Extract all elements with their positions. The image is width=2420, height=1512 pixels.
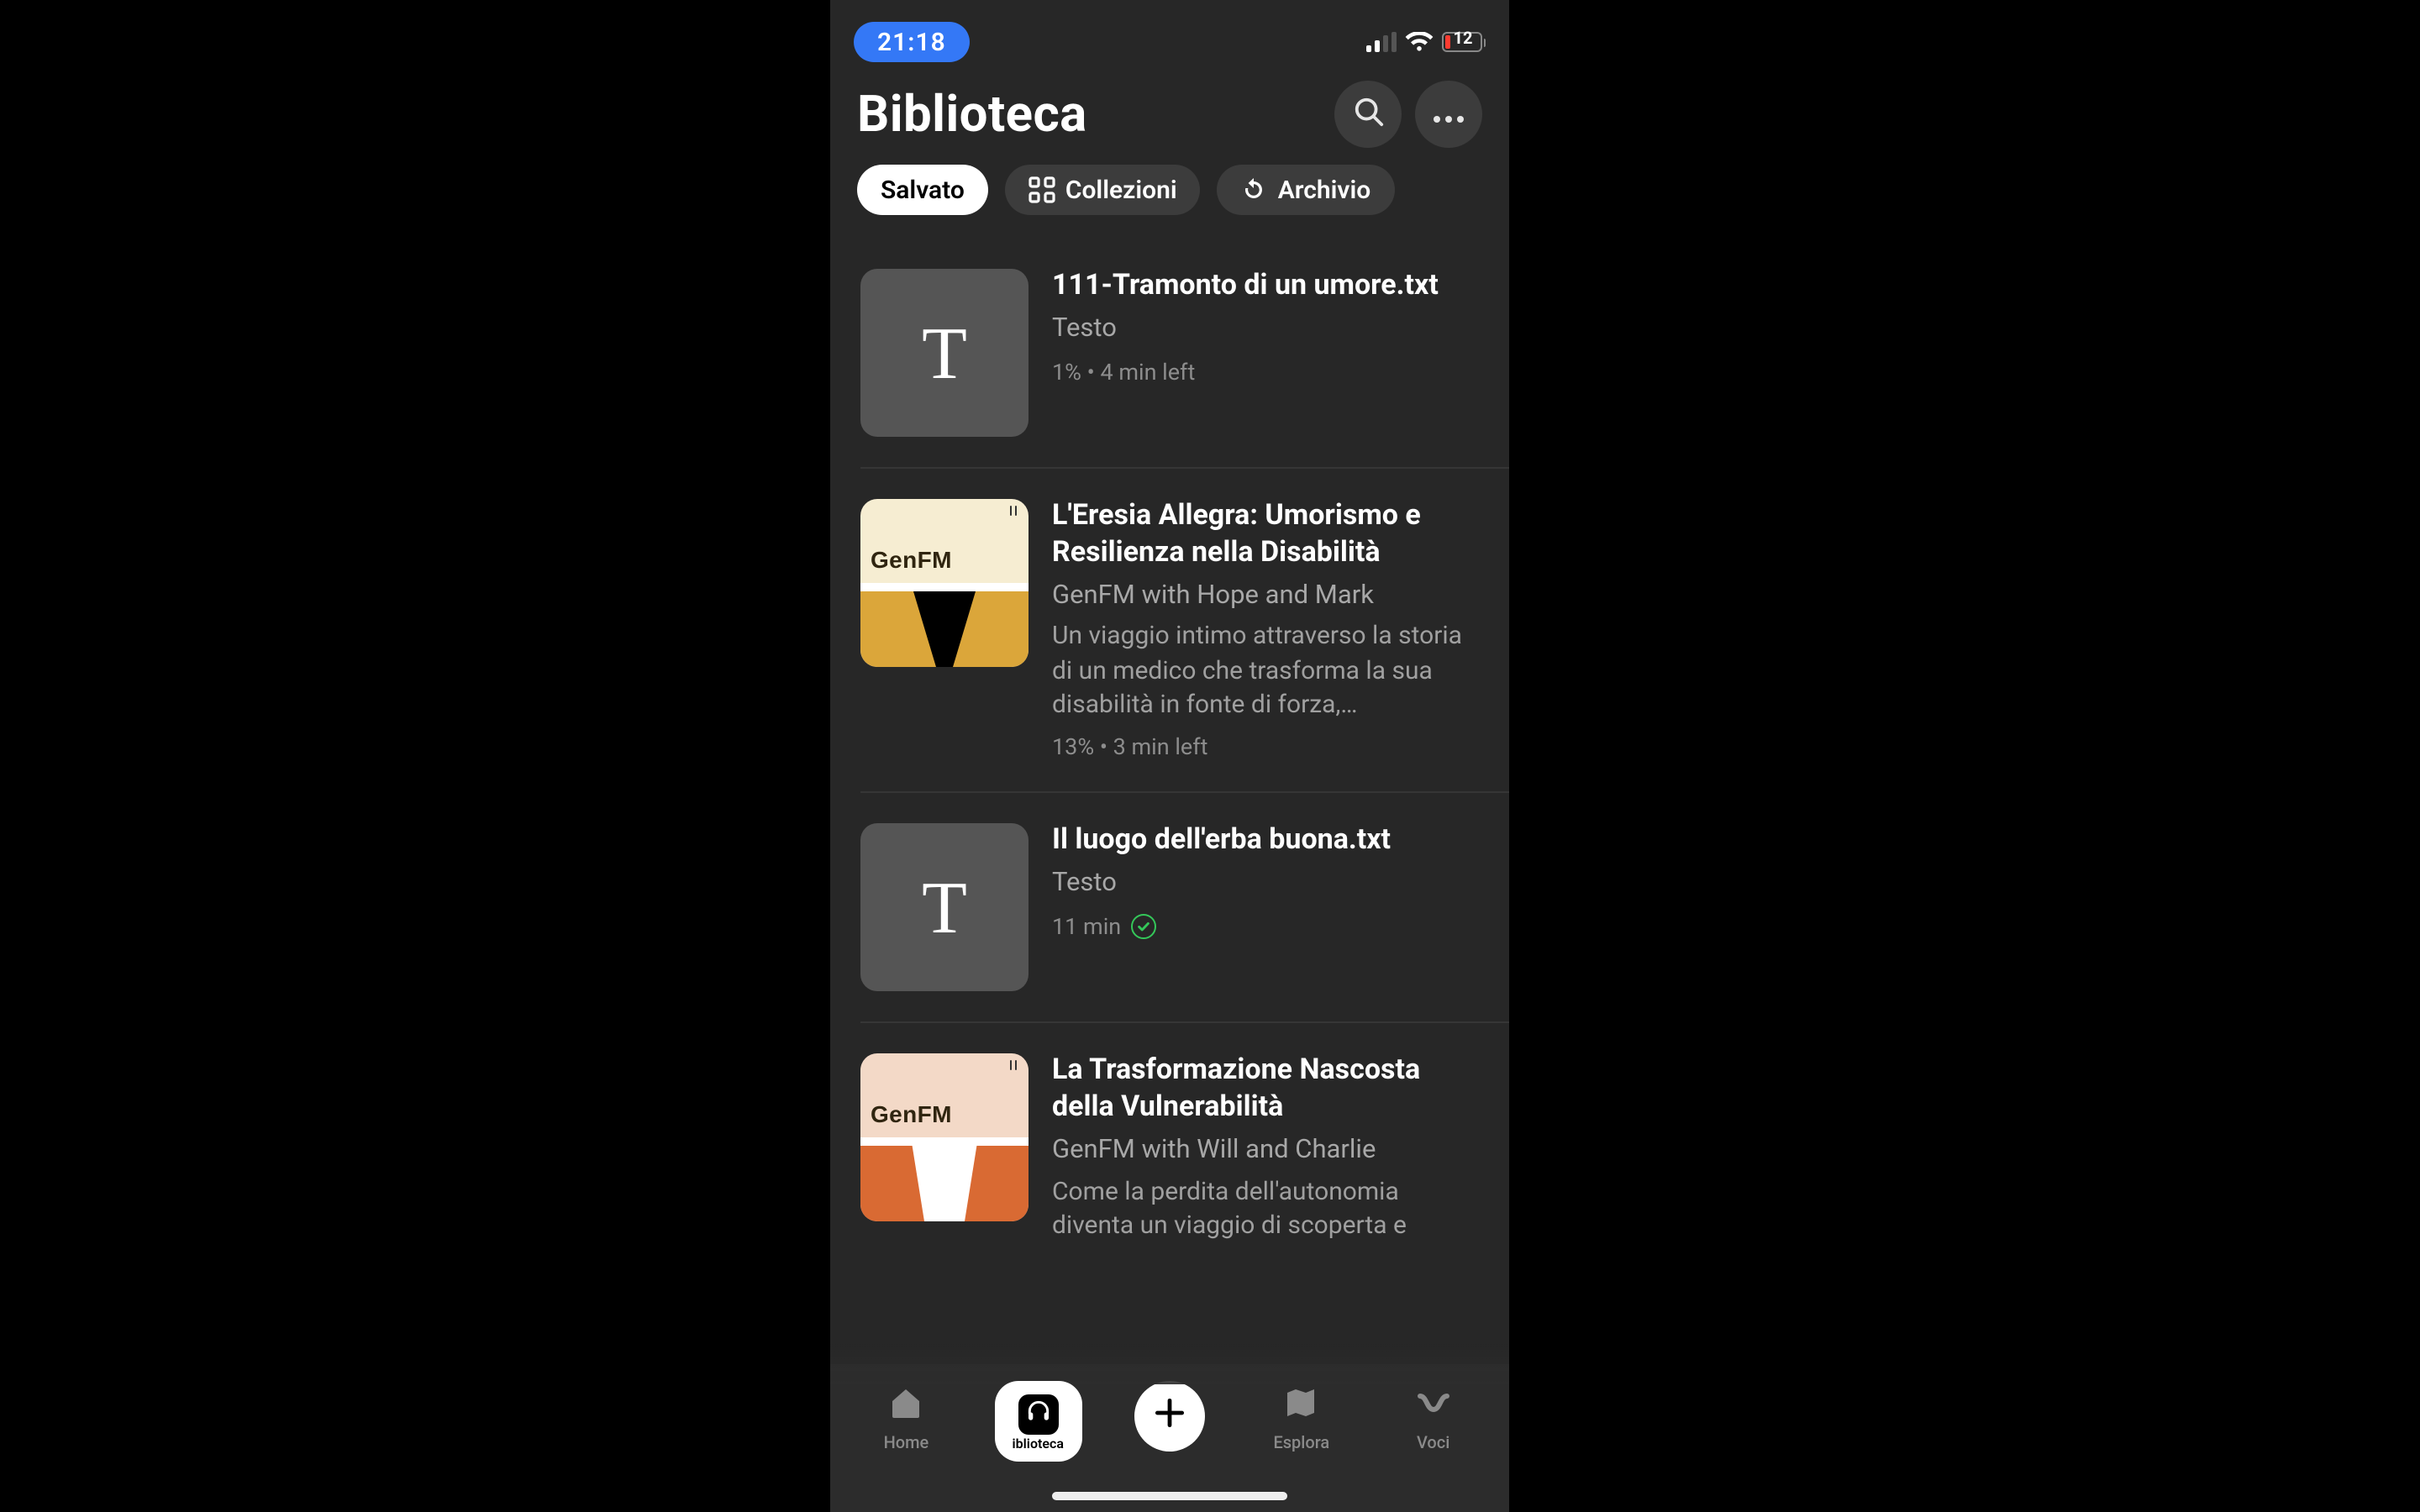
item-title: 111-Tramonto di un umore.txt [1052,269,1479,306]
library-list: T 111-Tramonto di un umore.txt Testo 1% … [830,239,1509,1275]
genfm-thumbnail-art [860,583,1028,667]
genfm-thumbnail-label: GenFM [871,1100,952,1127]
page-header: Biblioteca [830,74,1509,165]
plus-icon [1151,1394,1188,1438]
item-thumbnail-genfm: GenFM [860,1053,1028,1221]
more-button[interactable] [1415,81,1482,148]
tab-library[interactable]: iblioteca [972,1378,1104,1462]
search-icon [1352,95,1384,134]
tab-explore-label: Esplora [1273,1435,1329,1453]
tab-home[interactable]: Home [840,1378,972,1453]
chip-saved[interactable]: Salvato [857,165,988,215]
chip-archive-label: Archivio [1278,175,1371,205]
map-icon [1281,1383,1322,1430]
headphones-icon [1024,1398,1051,1431]
chip-archive[interactable]: Archivio [1218,165,1395,215]
item-status: 11 min [1052,914,1479,941]
item-thumbnail-genfm: GenFM [860,499,1028,667]
tab-voices[interactable]: Voci [1367,1378,1499,1453]
tab-library-label: iblioteca [1012,1436,1063,1452]
tab-home-label: Home [884,1435,929,1453]
list-item[interactable]: GenFM L'Eresia Allegra: Umorismo e Resil… [830,469,1509,791]
chip-collections[interactable]: Collezioni [1005,165,1201,215]
voices-icon [1413,1383,1454,1430]
ellipsis-icon [1432,98,1465,130]
pause-icon [1009,1060,1017,1070]
home-indicator[interactable] [1052,1492,1287,1500]
item-subtitle: Testo [1052,865,1479,900]
item-title: L'Eresia Allegra: Umorismo e Resilienza … [1052,499,1479,572]
status-indicators: 12 [1365,32,1486,52]
genfm-thumbnail-art [860,1137,1028,1221]
pause-icon [1009,506,1017,516]
item-subtitle: GenFM with Hope and Mark [1052,577,1479,612]
status-bar: 21:18 12 [830,0,1509,74]
tab-bar: Home iblioteca Esplora [830,1364,1509,1512]
item-title: La Trasformazione Nascosta della Vulnera… [1052,1053,1479,1126]
chip-collections-label: Collezioni [1065,175,1177,205]
item-title: Il luogo dell'erba buona.txt [1052,823,1479,860]
item-thumbnail-text: T [860,823,1028,991]
tab-explore[interactable]: Esplora [1235,1378,1367,1453]
completed-check-icon [1131,915,1156,940]
status-time-pill[interactable]: 21:18 [854,22,970,62]
search-button[interactable] [1334,81,1402,148]
home-icon [886,1383,926,1430]
item-subtitle: Testo [1052,311,1479,346]
item-thumbnail-text: T [860,269,1028,437]
genfm-thumbnail-label: GenFM [871,546,952,573]
list-item[interactable]: T 111-Tramonto di un umore.txt Testo 1% … [830,239,1509,467]
item-status: 1% • 4 min left [1052,359,1479,386]
tab-add[interactable] [1104,1378,1236,1452]
item-subtitle: GenFM with Will and Charlie [1052,1131,1479,1167]
item-description: Come la perdita dell'autonomia diventa u… [1052,1173,1479,1242]
collections-icon [1028,176,1055,203]
item-status: 13% • 3 min left [1052,734,1479,761]
cellular-icon [1365,32,1396,52]
page-title: Biblioteca [857,85,1087,144]
filter-chips: Salvato Collezioni Archivio [830,165,1509,239]
battery-indicator: 12 [1441,32,1486,52]
list-item[interactable]: GenFM La Trasformazione Nascosta della V… [830,1023,1509,1275]
item-description: Un viaggio intimo attraverso la storia d… [1052,619,1479,722]
archive-icon [1241,176,1268,203]
wifi-icon [1404,32,1433,52]
tab-voices-label: Voci [1417,1435,1449,1453]
list-item[interactable]: T Il luogo dell'erba buona.txt Testo 11 … [830,793,1509,1021]
